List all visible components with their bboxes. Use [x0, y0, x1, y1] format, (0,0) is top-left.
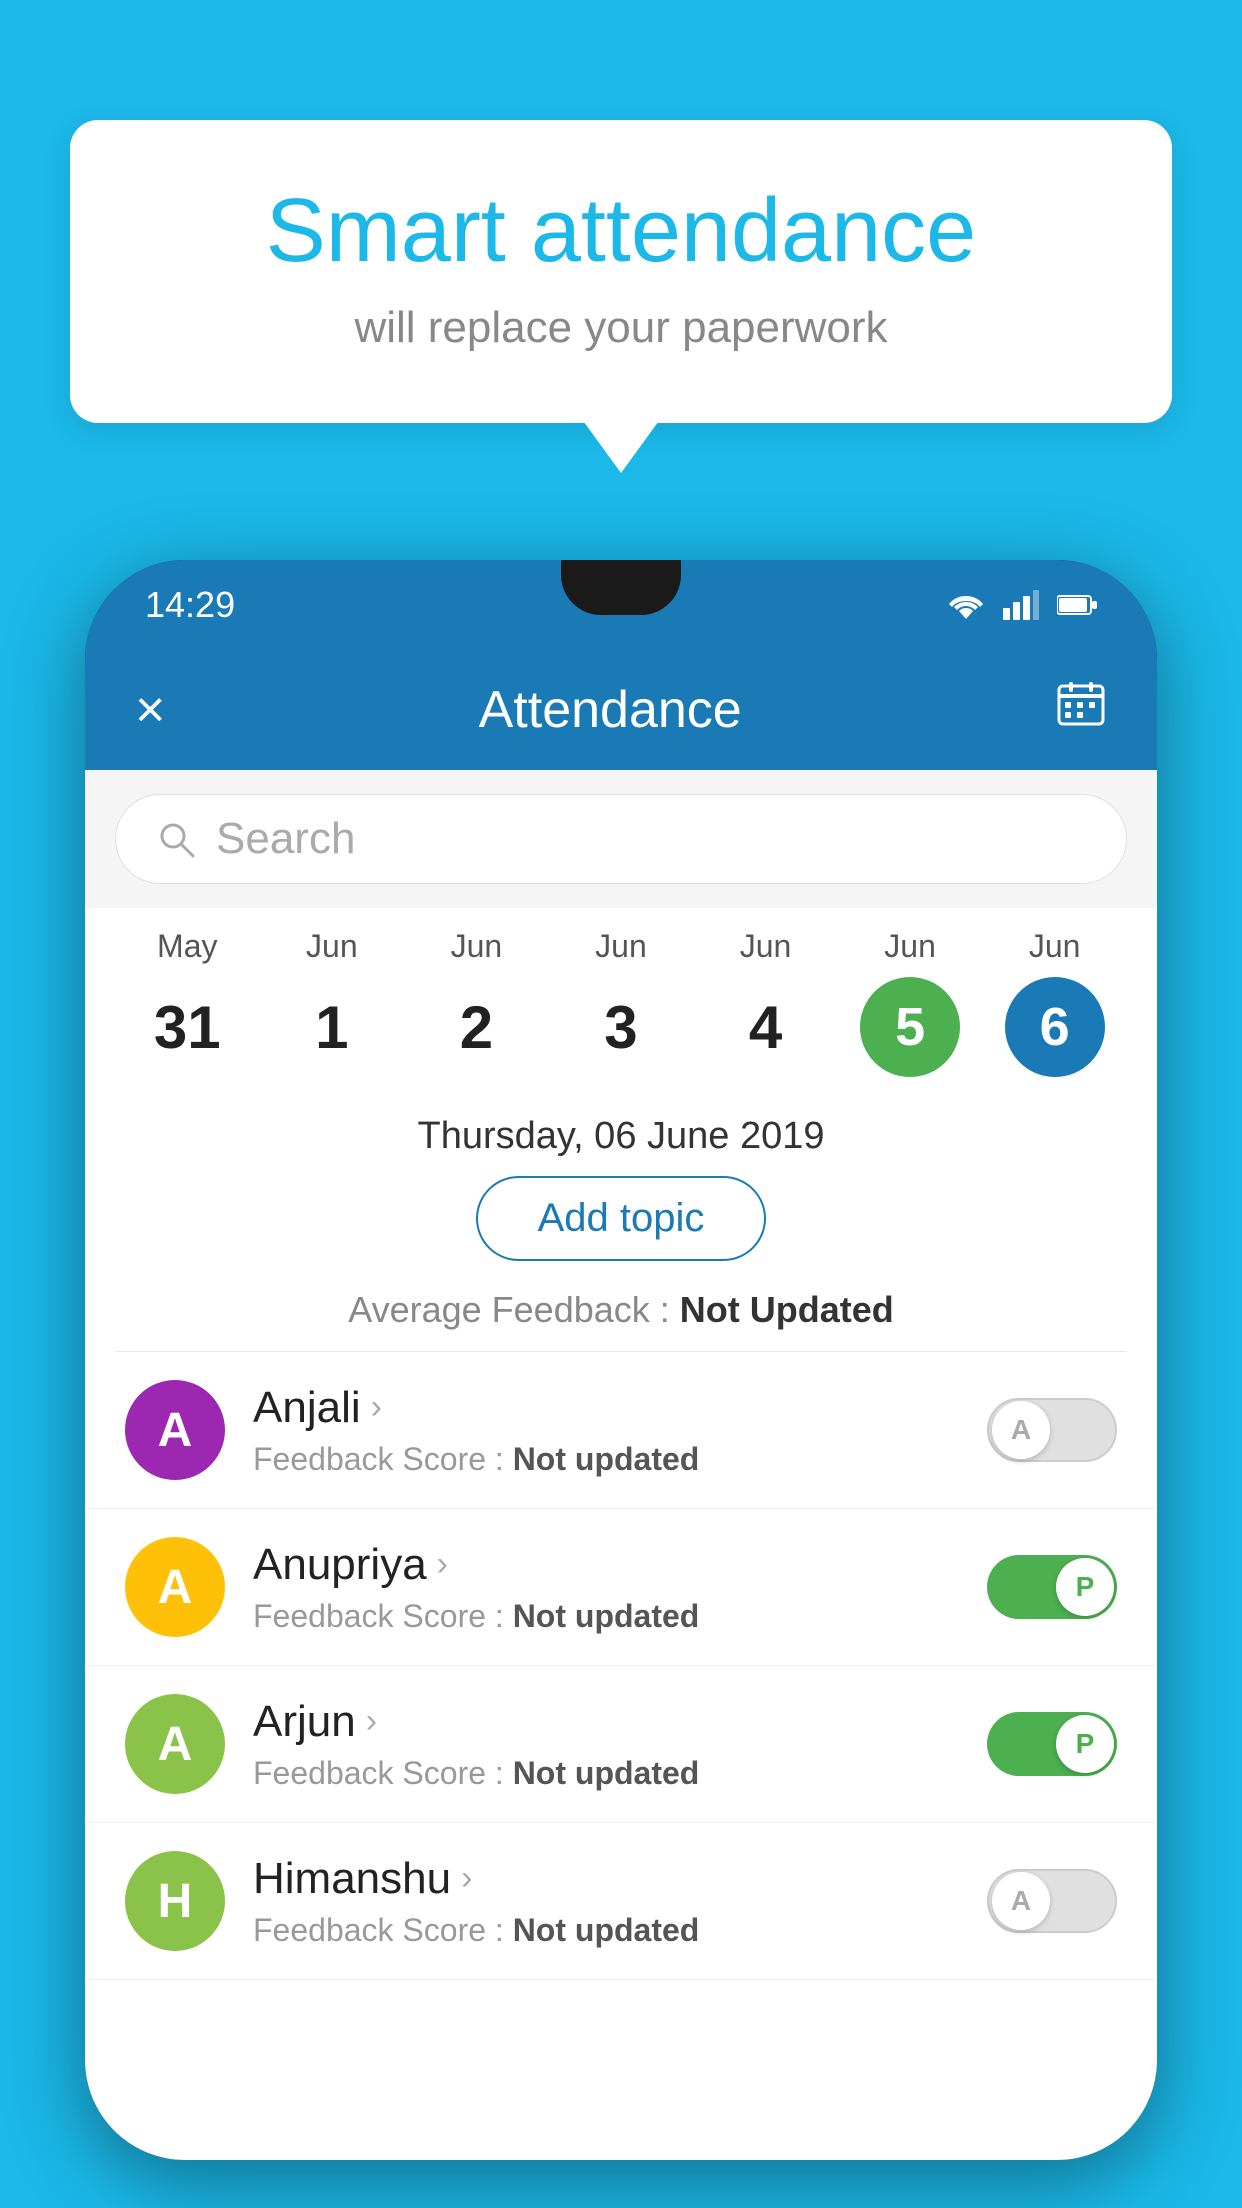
- attendance-toggle[interactable]: P: [987, 1555, 1117, 1619]
- cal-date: 1: [282, 977, 382, 1077]
- toggle-track: A: [987, 1398, 1117, 1462]
- attendance-toggle[interactable]: A: [987, 1398, 1117, 1462]
- selected-date: Thursday, 06 June 2019: [85, 1087, 1157, 1176]
- avg-feedback-value: Not Updated: [680, 1289, 894, 1330]
- cal-month: Jun: [306, 928, 358, 965]
- student-avatar: H: [125, 1851, 225, 1951]
- calendar-day[interactable]: Jun 2: [416, 928, 536, 1077]
- cal-date: 3: [571, 977, 671, 1077]
- wifi-icon: [947, 590, 985, 620]
- calendar-strip: May 31 Jun 1 Jun 2 Jun 3 Jun 4 Jun 5 Jun 6: [85, 908, 1157, 1087]
- student-item: A Arjun › Feedback Score : Not updated P: [85, 1666, 1157, 1823]
- cal-date: 4: [716, 977, 816, 1077]
- toggle-thumb: P: [1056, 1558, 1114, 1616]
- toggle-track: P: [987, 1555, 1117, 1619]
- calendar-day[interactable]: Jun 5: [850, 928, 970, 1077]
- student-name: Anupriya: [253, 1540, 427, 1590]
- toggle-thumb: A: [992, 1872, 1050, 1930]
- cal-month: Jun: [451, 928, 503, 965]
- calendar-day[interactable]: Jun 3: [561, 928, 681, 1077]
- phone-notch: [561, 560, 681, 615]
- student-name-row[interactable]: Anjali ›: [253, 1383, 959, 1433]
- student-item: H Himanshu › Feedback Score : Not updated A: [85, 1823, 1157, 1980]
- close-button[interactable]: ×: [135, 680, 165, 740]
- signal-icon: [1003, 590, 1039, 620]
- search-icon: [156, 819, 196, 859]
- battery-icon: [1057, 594, 1097, 616]
- speech-bubble-container: Smart attendance will replace your paper…: [70, 120, 1172, 423]
- student-item: A Anjali › Feedback Score : Not updated A: [85, 1352, 1157, 1509]
- student-info: Arjun › Feedback Score : Not updated: [253, 1697, 959, 1792]
- student-name-row[interactable]: Arjun ›: [253, 1697, 959, 1747]
- toggle-track: P: [987, 1712, 1117, 1776]
- cal-month: May: [157, 928, 217, 965]
- chevron-right-icon: ›: [371, 1388, 382, 1427]
- cal-date: 5: [860, 977, 960, 1077]
- chevron-right-icon: ›: [366, 1702, 377, 1741]
- attendance-toggle[interactable]: P: [987, 1712, 1117, 1776]
- chevron-right-icon: ›: [437, 1545, 448, 1584]
- cal-month: Jun: [740, 928, 792, 965]
- student-avatar: A: [125, 1380, 225, 1480]
- calendar-day[interactable]: Jun 1: [272, 928, 392, 1077]
- chevron-right-icon: ›: [461, 1859, 472, 1898]
- status-bar: 14:29: [85, 560, 1157, 650]
- avg-feedback: Average Feedback : Not Updated: [85, 1289, 1157, 1351]
- cal-month: Jun: [1029, 928, 1081, 965]
- search-bar-container: Search: [85, 770, 1157, 908]
- feedback-score: Feedback Score : Not updated: [253, 1441, 959, 1478]
- toggle-thumb: P: [1056, 1715, 1114, 1773]
- toggle-thumb: A: [992, 1401, 1050, 1459]
- student-avatar: A: [125, 1537, 225, 1637]
- feedback-score: Feedback Score : Not updated: [253, 1755, 959, 1792]
- student-name: Himanshu: [253, 1854, 451, 1904]
- search-bar[interactable]: Search: [115, 794, 1127, 884]
- status-time: 14:29: [145, 584, 235, 626]
- app-bar: × Attendance: [85, 650, 1157, 770]
- phone-container: 14:29: [85, 560, 1157, 2208]
- search-placeholder: Search: [216, 814, 355, 864]
- status-icons: [947, 590, 1097, 620]
- calendar-button[interactable]: [1055, 678, 1107, 743]
- phone: 14:29: [85, 560, 1157, 2160]
- avg-feedback-label: Average Feedback :: [348, 1289, 670, 1330]
- student-name-row[interactable]: Anupriya ›: [253, 1540, 959, 1590]
- calendar-day[interactable]: Jun 4: [706, 928, 826, 1077]
- screen-content: Search May 31 Jun 1 Jun 2 Jun 3 Jun 4 Jun 5 Jun 6 Thu…: [85, 770, 1157, 2160]
- cal-month: Jun: [884, 928, 936, 965]
- speech-bubble: Smart attendance will replace your paper…: [70, 120, 1172, 423]
- toggle-track: A: [987, 1869, 1117, 1933]
- student-name-row[interactable]: Himanshu ›: [253, 1854, 959, 1904]
- student-name: Arjun: [253, 1697, 356, 1747]
- student-info: Anjali › Feedback Score : Not updated: [253, 1383, 959, 1478]
- feedback-score: Feedback Score : Not updated: [253, 1912, 959, 1949]
- bubble-title: Smart attendance: [150, 180, 1092, 283]
- calendar-day[interactable]: May 31: [127, 928, 247, 1077]
- cal-date: 31: [137, 977, 237, 1077]
- student-name: Anjali: [253, 1383, 361, 1433]
- student-item: A Anupriya › Feedback Score : Not updated P: [85, 1509, 1157, 1666]
- attendance-toggle[interactable]: A: [987, 1869, 1117, 1933]
- student-info: Himanshu › Feedback Score : Not updated: [253, 1854, 959, 1949]
- feedback-score: Feedback Score : Not updated: [253, 1598, 959, 1635]
- calendar-day[interactable]: Jun 6: [995, 928, 1115, 1077]
- cal-date: 6: [1005, 977, 1105, 1077]
- app-title: Attendance: [479, 680, 742, 740]
- student-list: AAnjali›Feedback Score : Not updatedAAAn…: [85, 1352, 1157, 1980]
- cal-date: 2: [426, 977, 526, 1077]
- add-topic-button[interactable]: Add topic: [476, 1176, 767, 1261]
- student-info: Anupriya › Feedback Score : Not updated: [253, 1540, 959, 1635]
- bubble-subtitle: will replace your paperwork: [150, 303, 1092, 353]
- cal-month: Jun: [595, 928, 647, 965]
- student-avatar: A: [125, 1694, 225, 1794]
